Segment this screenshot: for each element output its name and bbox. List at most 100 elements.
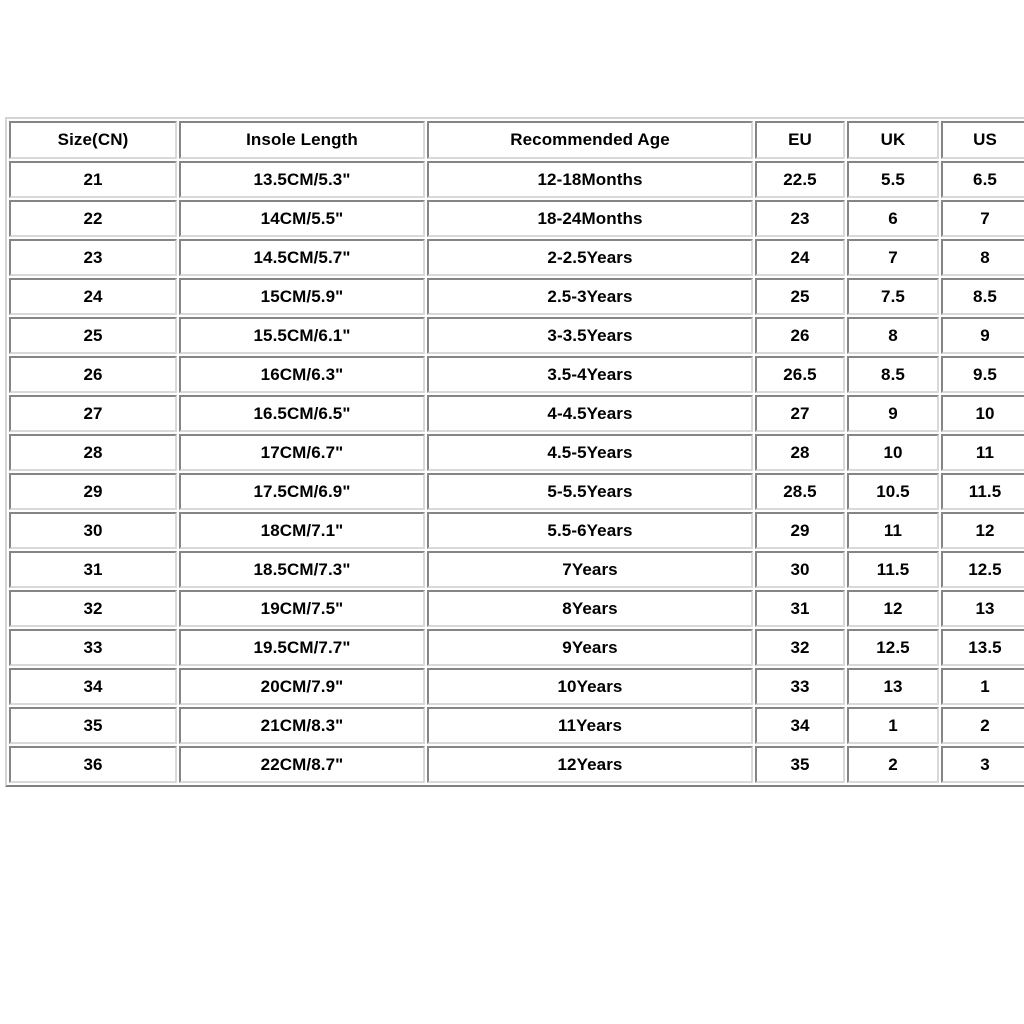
cell-eu: 26 bbox=[755, 317, 845, 354]
cell-eu: 31 bbox=[755, 590, 845, 627]
cell-eu: 26.5 bbox=[755, 356, 845, 393]
cell-eu: 22.5 bbox=[755, 161, 845, 198]
cell-uk: 12 bbox=[847, 590, 939, 627]
table-body: 21 13.5CM/5.3" 12-18Months 22.5 5.5 6.5 22 14CM… bbox=[9, 161, 1024, 783]
cell-us: 11.5 bbox=[941, 473, 1024, 510]
cell-uk: 5.5 bbox=[847, 161, 939, 198]
cell-us: 9 bbox=[941, 317, 1024, 354]
cell-size-cn: 23 bbox=[9, 239, 177, 276]
cell-insole-length: 15CM/5.9" bbox=[179, 278, 425, 315]
column-header-eu: EU bbox=[755, 121, 845, 159]
cell-uk: 11 bbox=[847, 512, 939, 549]
cell-uk: 11.5 bbox=[847, 551, 939, 588]
cell-insole-length: 18CM/7.1" bbox=[179, 512, 425, 549]
cell-insole-length: 22CM/8.7" bbox=[179, 746, 425, 783]
cell-us: 3 bbox=[941, 746, 1024, 783]
cell-uk: 9 bbox=[847, 395, 939, 432]
cell-uk: 13 bbox=[847, 668, 939, 705]
table-row: 26 16CM/6.3" 3.5-4Years 26.5 8.5 9.5 bbox=[9, 356, 1024, 393]
cell-us: 7 bbox=[941, 200, 1024, 237]
cell-recommended-age: 12Years bbox=[427, 746, 753, 783]
cell-insole-length: 21CM/8.3" bbox=[179, 707, 425, 744]
table-row: 28 17CM/6.7" 4.5-5Years 28 10 11 bbox=[9, 434, 1024, 471]
cell-eu: 34 bbox=[755, 707, 845, 744]
cell-recommended-age: 3-3.5Years bbox=[427, 317, 753, 354]
cell-size-cn: 26 bbox=[9, 356, 177, 393]
cell-size-cn: 25 bbox=[9, 317, 177, 354]
table-row: 21 13.5CM/5.3" 12-18Months 22.5 5.5 6.5 bbox=[9, 161, 1024, 198]
cell-eu: 28.5 bbox=[755, 473, 845, 510]
table-row: 35 21CM/8.3" 11Years 34 1 2 bbox=[9, 707, 1024, 744]
cell-insole-length: 14.5CM/5.7" bbox=[179, 239, 425, 276]
cell-eu: 23 bbox=[755, 200, 845, 237]
cell-size-cn: 35 bbox=[9, 707, 177, 744]
cell-uk: 12.5 bbox=[847, 629, 939, 666]
cell-insole-length: 14CM/5.5" bbox=[179, 200, 425, 237]
table-row: 29 17.5CM/6.9" 5-5.5Years 28.5 10.5 11.5 bbox=[9, 473, 1024, 510]
cell-insole-length: 15.5CM/6.1" bbox=[179, 317, 425, 354]
table-row: 22 14CM/5.5" 18-24Months 23 6 7 bbox=[9, 200, 1024, 237]
cell-recommended-age: 10Years bbox=[427, 668, 753, 705]
cell-us: 13.5 bbox=[941, 629, 1024, 666]
cell-size-cn: 29 bbox=[9, 473, 177, 510]
cell-us: 9.5 bbox=[941, 356, 1024, 393]
column-header-us: US bbox=[941, 121, 1024, 159]
cell-size-cn: 32 bbox=[9, 590, 177, 627]
cell-size-cn: 22 bbox=[9, 200, 177, 237]
cell-eu: 28 bbox=[755, 434, 845, 471]
cell-us: 8.5 bbox=[941, 278, 1024, 315]
cell-recommended-age: 7Years bbox=[427, 551, 753, 588]
cell-recommended-age: 2-2.5Years bbox=[427, 239, 753, 276]
table-header: Size(CN) Insole Length Recommended Age E… bbox=[9, 121, 1024, 159]
size-chart-container: Size(CN) Insole Length Recommended Age E… bbox=[5, 117, 1024, 787]
cell-insole-length: 20CM/7.9" bbox=[179, 668, 425, 705]
cell-size-cn: 34 bbox=[9, 668, 177, 705]
cell-recommended-age: 3.5-4Years bbox=[427, 356, 753, 393]
cell-us: 10 bbox=[941, 395, 1024, 432]
column-header-uk: UK bbox=[847, 121, 939, 159]
table-row: 30 18CM/7.1" 5.5-6Years 29 11 12 bbox=[9, 512, 1024, 549]
cell-recommended-age: 5.5-6Years bbox=[427, 512, 753, 549]
cell-insole-length: 19.5CM/7.7" bbox=[179, 629, 425, 666]
cell-us: 6.5 bbox=[941, 161, 1024, 198]
cell-recommended-age: 4.5-5Years bbox=[427, 434, 753, 471]
table-row: 34 20CM/7.9" 10Years 33 13 1 bbox=[9, 668, 1024, 705]
cell-size-cn: 30 bbox=[9, 512, 177, 549]
cell-insole-length: 19CM/7.5" bbox=[179, 590, 425, 627]
cell-size-cn: 33 bbox=[9, 629, 177, 666]
cell-recommended-age: 18-24Months bbox=[427, 200, 753, 237]
cell-size-cn: 31 bbox=[9, 551, 177, 588]
cell-size-cn: 28 bbox=[9, 434, 177, 471]
page-root: Size(CN) Insole Length Recommended Age E… bbox=[0, 0, 1024, 1024]
table-row: 27 16.5CM/6.5" 4-4.5Years 27 9 10 bbox=[9, 395, 1024, 432]
cell-eu: 33 bbox=[755, 668, 845, 705]
cell-insole-length: 17.5CM/6.9" bbox=[179, 473, 425, 510]
cell-recommended-age: 11Years bbox=[427, 707, 753, 744]
size-chart-table: Size(CN) Insole Length Recommended Age E… bbox=[5, 117, 1024, 787]
cell-uk: 8 bbox=[847, 317, 939, 354]
cell-insole-length: 17CM/6.7" bbox=[179, 434, 425, 471]
cell-size-cn: 24 bbox=[9, 278, 177, 315]
column-header-size-cn: Size(CN) bbox=[9, 121, 177, 159]
table-row: 24 15CM/5.9" 2.5-3Years 25 7.5 8.5 bbox=[9, 278, 1024, 315]
cell-us: 12 bbox=[941, 512, 1024, 549]
cell-insole-length: 16CM/6.3" bbox=[179, 356, 425, 393]
cell-uk: 6 bbox=[847, 200, 939, 237]
cell-recommended-age: 9Years bbox=[427, 629, 753, 666]
cell-recommended-age: 4-4.5Years bbox=[427, 395, 753, 432]
table-row: 33 19.5CM/7.7" 9Years 32 12.5 13.5 bbox=[9, 629, 1024, 666]
cell-eu: 29 bbox=[755, 512, 845, 549]
cell-eu: 27 bbox=[755, 395, 845, 432]
cell-size-cn: 27 bbox=[9, 395, 177, 432]
cell-us: 1 bbox=[941, 668, 1024, 705]
column-header-recommended-age: Recommended Age bbox=[427, 121, 753, 159]
cell-eu: 35 bbox=[755, 746, 845, 783]
cell-recommended-age: 5-5.5Years bbox=[427, 473, 753, 510]
cell-uk: 10 bbox=[847, 434, 939, 471]
table-row: 23 14.5CM/5.7" 2-2.5Years 24 7 8 bbox=[9, 239, 1024, 276]
cell-uk: 2 bbox=[847, 746, 939, 783]
cell-us: 12.5 bbox=[941, 551, 1024, 588]
cell-uk: 7 bbox=[847, 239, 939, 276]
table-row: 32 19CM/7.5" 8Years 31 12 13 bbox=[9, 590, 1024, 627]
cell-recommended-age: 12-18Months bbox=[427, 161, 753, 198]
